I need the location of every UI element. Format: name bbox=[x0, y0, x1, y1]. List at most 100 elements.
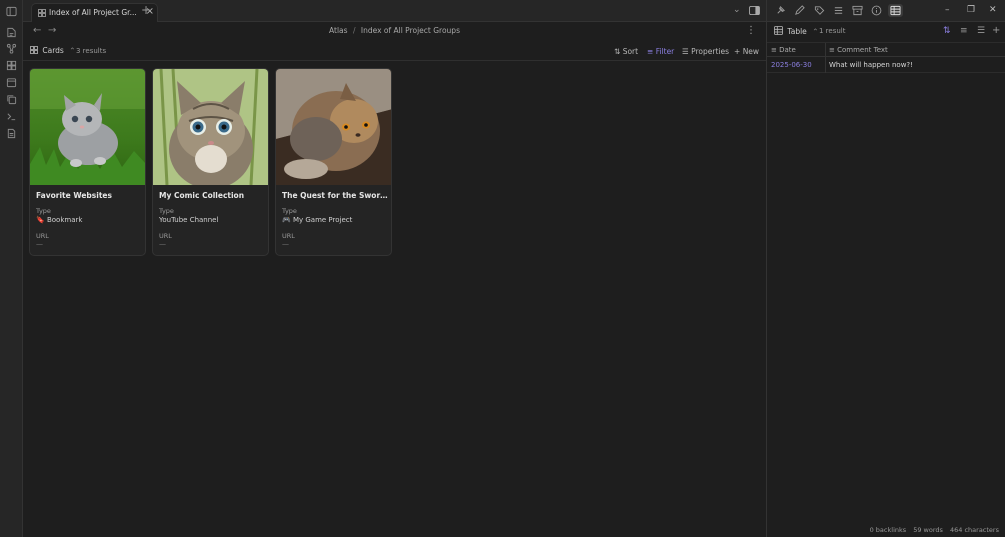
properties-icon[interactable]: ☰ bbox=[977, 26, 985, 36]
type-value-text: My Game Project bbox=[292, 216, 353, 224]
chevron-down-icon[interactable]: ⌄ bbox=[733, 5, 741, 15]
column-label: Comment Text bbox=[837, 46, 888, 54]
filter-icon: ≡ bbox=[647, 47, 654, 56]
bases-icon[interactable] bbox=[6, 60, 17, 71]
bookmark-icon: 🔖 bbox=[36, 216, 45, 224]
plus-icon: + bbox=[734, 47, 741, 56]
calendar-icon[interactable] bbox=[6, 77, 17, 88]
type-value: 🔖 Bookmark bbox=[36, 216, 82, 224]
properties-button[interactable]: ☰ Properties bbox=[682, 47, 729, 56]
date-cell[interactable]: 2025-06-30 bbox=[771, 61, 812, 69]
archive-icon[interactable] bbox=[852, 5, 863, 16]
comment-text-cell[interactable]: What will happen now?! bbox=[829, 61, 913, 69]
right-sidebar: Table ⌃ 1 result ⇅ ≡ ☰ + ≡ Date ≡ Commen… bbox=[766, 22, 1005, 537]
more-options-icon[interactable]: ⋮ bbox=[746, 25, 756, 36]
url-label: URL bbox=[36, 232, 49, 240]
type-label: Type bbox=[282, 207, 297, 215]
table-icon[interactable] bbox=[888, 4, 903, 17]
pin-icon[interactable] bbox=[775, 5, 786, 16]
view-label: Cards bbox=[42, 46, 64, 55]
copy-icon[interactable] bbox=[6, 94, 17, 105]
filter-label: Filter bbox=[655, 47, 675, 56]
properties-icon: ☰ bbox=[682, 47, 689, 56]
filter-icon[interactable]: ≡ bbox=[960, 26, 968, 36]
new-label: New bbox=[742, 47, 760, 56]
table-icon bbox=[774, 26, 783, 35]
persian-cat-image bbox=[276, 69, 391, 185]
tabby-kitten-image bbox=[153, 69, 268, 185]
main-pane: ← → Atlas / Index of All Project Groups … bbox=[23, 22, 766, 537]
sort-icon[interactable]: ⇅ bbox=[943, 26, 951, 36]
note-icon[interactable] bbox=[6, 128, 17, 139]
view-selector[interactable]: Cards ⌃ bbox=[30, 46, 76, 55]
type-value: 🎮 My Game Project bbox=[282, 216, 352, 224]
view-label: Table bbox=[787, 27, 807, 36]
url-value: — bbox=[282, 240, 289, 248]
sort-button[interactable]: ⇅ Sort bbox=[614, 47, 638, 56]
type-label: Type bbox=[159, 207, 174, 215]
column-header-date[interactable]: ≡ Date bbox=[771, 46, 796, 54]
plus-icon[interactable]: + bbox=[992, 25, 1000, 36]
edit-icon[interactable] bbox=[794, 5, 805, 16]
info-icon[interactable] bbox=[871, 5, 882, 16]
breadcrumb-parent[interactable]: Atlas bbox=[329, 26, 348, 35]
list-icon[interactable] bbox=[833, 5, 844, 16]
kitten-on-grass-image bbox=[30, 69, 145, 185]
filter-button[interactable]: ≡ Filter bbox=[647, 47, 674, 56]
character-count: 464 characters bbox=[950, 526, 999, 534]
card[interactable]: My Comic Collection Type YouTube Channel… bbox=[152, 68, 269, 256]
breadcrumb-separator: / bbox=[352, 26, 356, 35]
backlinks-count[interactable]: 0 backlinks bbox=[870, 526, 907, 534]
view-selector[interactable]: Table ⌃ bbox=[774, 26, 818, 36]
restore-button[interactable]: ❐ bbox=[967, 5, 975, 15]
card[interactable]: The Quest for the Sword ... Type 🎮 My Ga… bbox=[275, 68, 392, 256]
url-value: — bbox=[36, 240, 43, 248]
column-header-comment-text[interactable]: ≡ Comment Text bbox=[829, 46, 888, 54]
table-header: ≡ Date ≡ Comment Text bbox=[767, 42, 1005, 58]
minimize-button[interactable]: – bbox=[945, 5, 950, 15]
breadcrumb-current[interactable]: Index of All Project Groups bbox=[361, 26, 460, 35]
sort-icon: ⇅ bbox=[614, 47, 621, 56]
status-bar: 0 backlinks 59 words 464 characters bbox=[865, 526, 999, 534]
bases-icon bbox=[38, 9, 46, 17]
new-tab-button[interactable]: + bbox=[141, 3, 151, 17]
tag-icon[interactable] bbox=[814, 5, 825, 16]
table-row[interactable]: 2025-06-30 What will happen now?! bbox=[767, 58, 1005, 73]
chevron-updown-icon: ⌃ bbox=[812, 27, 819, 36]
card-title[interactable]: Favorite Websites bbox=[36, 191, 142, 200]
results-count: 1 result bbox=[819, 27, 846, 35]
results-count: 3 results bbox=[76, 47, 107, 55]
nav-header: ← → Atlas / Index of All Project Groups … bbox=[23, 22, 766, 40]
game-controller-icon: 🎮 bbox=[282, 216, 291, 224]
right-sidebar-toggle-icon[interactable] bbox=[749, 5, 760, 18]
table-view-header: Table ⌃ 1 result ⇅ ≡ ☰ + bbox=[767, 22, 1005, 40]
files-icon[interactable] bbox=[6, 27, 17, 38]
column-divider bbox=[825, 58, 826, 73]
right-sidebar-toolbar: – ❐ ✕ bbox=[766, 0, 1005, 22]
graph-icon[interactable] bbox=[6, 43, 17, 54]
terminal-icon[interactable] bbox=[6, 111, 17, 122]
url-label: URL bbox=[282, 232, 295, 240]
column-divider[interactable] bbox=[825, 43, 826, 58]
chevron-updown-icon: ⌃ bbox=[69, 46, 76, 55]
text-property-icon: ≡ bbox=[771, 46, 777, 54]
url-label: URL bbox=[159, 232, 172, 240]
left-ribbon bbox=[0, 0, 23, 537]
word-count: 59 words bbox=[913, 526, 943, 534]
card-title[interactable]: My Comic Collection bbox=[159, 191, 265, 200]
text-property-icon: ≡ bbox=[829, 46, 835, 54]
close-window-button[interactable]: ✕ bbox=[989, 5, 997, 15]
breadcrumb: Atlas / Index of All Project Groups bbox=[23, 26, 766, 35]
type-value-text: Bookmark bbox=[46, 216, 83, 224]
type-label: Type bbox=[36, 207, 51, 215]
sidebar-toggle-icon[interactable] bbox=[6, 6, 17, 17]
new-button[interactable]: + New bbox=[734, 47, 759, 56]
properties-label: Properties bbox=[691, 47, 730, 56]
type-value: YouTube Channel bbox=[159, 216, 219, 224]
tab-index-of-all-project-groups[interactable]: Index of All Project Gr... × bbox=[31, 3, 158, 22]
card[interactable]: Favorite Websites Type 🔖 Bookmark URL — bbox=[29, 68, 146, 256]
tab-bar: Index of All Project Gr... × + ⌄ bbox=[23, 0, 766, 22]
view-toolbar: Cards ⌃ 3 results ⇅ Sort ≡ Filter ☰ Prop… bbox=[23, 43, 766, 61]
cards-icon bbox=[30, 46, 38, 54]
card-title[interactable]: The Quest for the Sword ... bbox=[282, 191, 388, 200]
